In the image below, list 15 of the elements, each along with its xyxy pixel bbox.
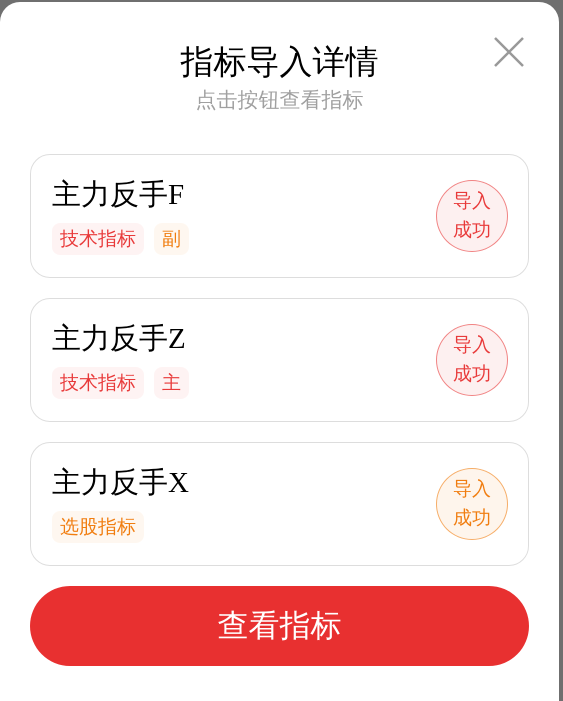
dialog-subtitle: 点击按钮查看指标 — [196, 87, 364, 114]
indicator-name: 主力反手X — [52, 466, 189, 501]
indicator-tag: 副 — [154, 223, 189, 255]
indicator-name: 主力反手F — [52, 178, 186, 213]
indicator-tag: 选股指标 — [52, 511, 144, 543]
dialog-title: 指标导入详情 — [180, 41, 378, 83]
indicator-tag: 技术指标 — [52, 367, 144, 399]
status-badge: 导入成功 — [436, 468, 508, 540]
status-badge: 导入成功 — [436, 180, 508, 252]
indicator-name: 主力反手Z — [52, 322, 187, 357]
indicator-tag: 技术指标 — [52, 223, 144, 255]
close-icon[interactable] — [493, 36, 525, 68]
status-badge: 导入成功 — [436, 324, 508, 396]
indicator-tag: 主 — [154, 367, 189, 399]
view-indicators-button[interactable]: 查看指标 — [30, 586, 529, 666]
